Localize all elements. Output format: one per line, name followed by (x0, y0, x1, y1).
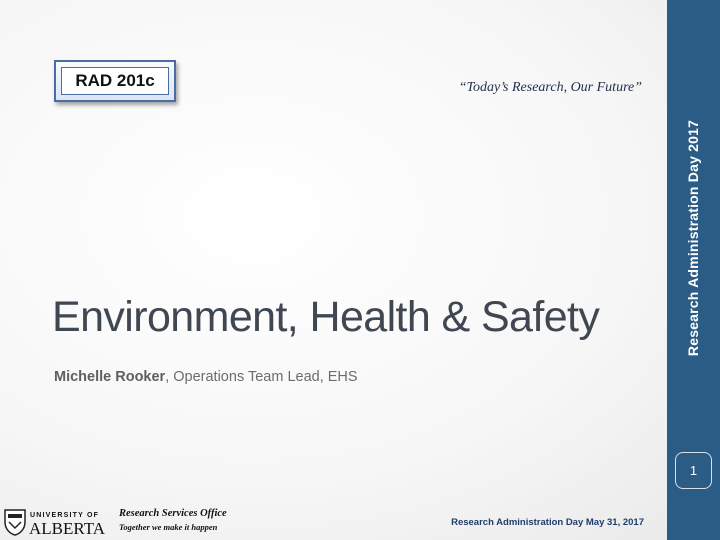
logo-top-text: UNIVERSITY OF (30, 512, 99, 519)
shield-icon (4, 509, 26, 536)
course-badge-label: RAD 201c (61, 67, 169, 95)
course-badge: RAD 201c (54, 60, 176, 102)
sidebar-vertical-title: Research Administration Day 2017 (685, 119, 701, 357)
university-logo: UNIVERSITY OF ALBERTA (4, 509, 106, 536)
presenter-role: , Operations Team Lead, EHS (165, 369, 358, 385)
slide-title: Environment, Health & Safety (52, 293, 600, 341)
page-number: 1 (689, 463, 698, 478)
footer-event-date: Research Administration Day May 31, 2017 (451, 517, 644, 528)
page-number-box: 1 (675, 452, 712, 489)
footer-org-slogan: Together we make it happen (119, 522, 218, 532)
logo-bottom-text: ALBERTA (29, 519, 106, 536)
presenter-name: Michelle Rooker (54, 369, 166, 385)
presenter-line: Michelle Rooker, Operations Team Lead, E… (54, 369, 358, 385)
tagline: “Today’s Research, Our Future” (458, 80, 642, 95)
footer-org-name: Research Services Office (119, 508, 227, 519)
